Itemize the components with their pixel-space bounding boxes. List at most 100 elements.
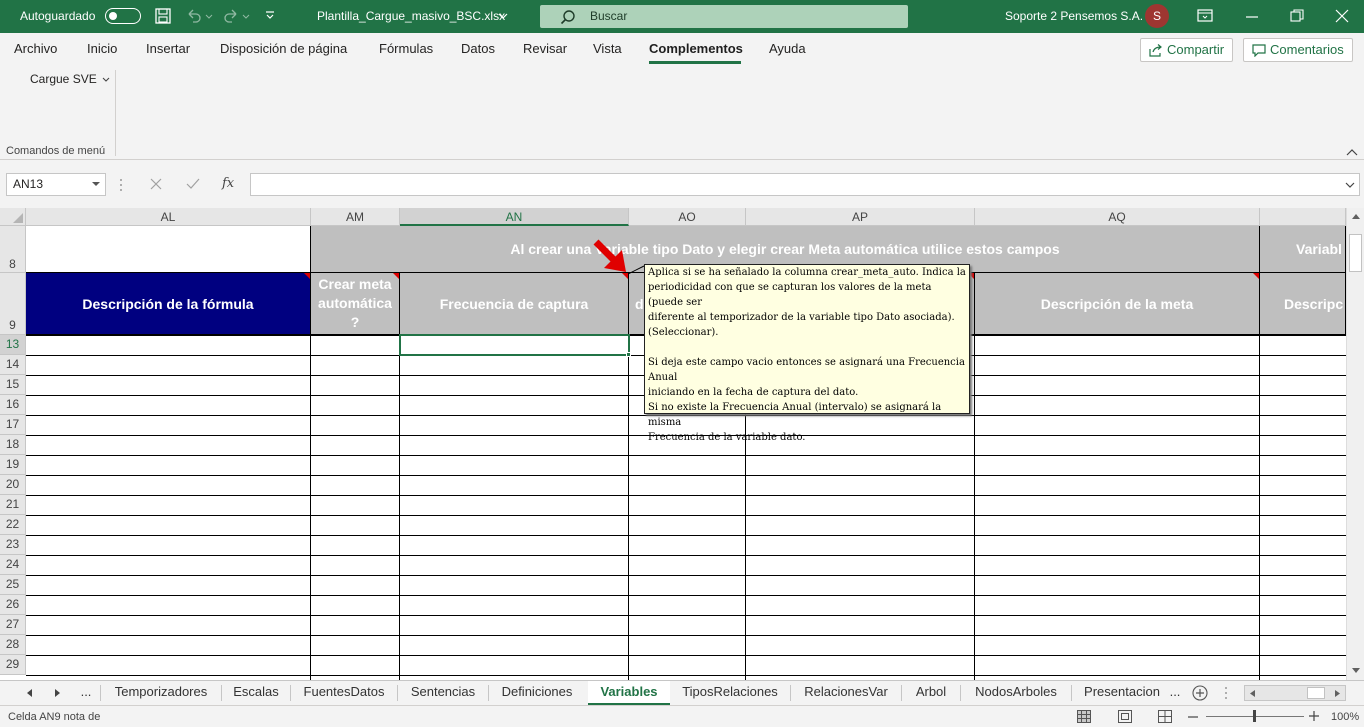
add-sheet-icon[interactable] [1192, 685, 1208, 701]
tab-complementos[interactable]: Complementos [649, 41, 743, 56]
scroll-right-icon[interactable] [1334, 689, 1342, 698]
col-header-ap[interactable]: AP [746, 208, 975, 226]
tab-archivo[interactable]: Archivo [14, 41, 57, 56]
undo-icon[interactable] [185, 8, 213, 24]
col-header-al[interactable]: AL [26, 208, 311, 226]
ribbon-display-icon[interactable] [1197, 9, 1213, 23]
sheet-tab-definiciones[interactable]: Definiciones [489, 681, 585, 705]
row-header-8[interactable]: 8 [0, 226, 26, 273]
zoom-in-icon[interactable] [1309, 711, 1319, 721]
row-header-22[interactable]: 22 [0, 515, 26, 535]
row-header-17[interactable]: 17 [0, 415, 26, 435]
autosave-toggle[interactable] [105, 8, 141, 24]
row-header-29[interactable]: 29 [0, 655, 26, 675]
row-header-21[interactable]: 21 [0, 495, 26, 515]
share-button[interactable]: Compartir [1140, 38, 1234, 62]
row-header-23[interactable]: 23 [0, 535, 26, 555]
header-ar[interactable]: Descripc [1260, 273, 1346, 335]
comments-button[interactable]: Comentarios [1243, 38, 1353, 62]
sheet-tab-tiposrelaciones[interactable]: TiposRelaciones [671, 681, 789, 705]
col-header-ao[interactable]: AO [629, 208, 746, 226]
scroll-up-icon[interactable] [1351, 212, 1361, 220]
confirm-entry-icon[interactable] [186, 178, 200, 190]
vertical-scrollbar[interactable] [1346, 208, 1364, 680]
tab-revisar[interactable]: Revisar [523, 41, 567, 56]
header-frecuencia-captura[interactable]: Frecuencia de captura [400, 273, 629, 335]
sheet-tab-nodosarboles[interactable]: NodosArboles [961, 681, 1071, 705]
drag-handle-icon[interactable] [119, 178, 123, 192]
name-box[interactable]: AN13 [6, 173, 106, 196]
sheet-tab-arbol[interactable]: Arbol [902, 681, 960, 705]
select-all-corner[interactable] [0, 208, 26, 226]
sheet-tab-fuentesdatos[interactable]: FuentesDatos [291, 681, 397, 705]
tab-inicio[interactable]: Inicio [87, 41, 117, 56]
header-crear-meta[interactable]: Crear meta automática ? [311, 273, 400, 335]
minimize-icon[interactable] [1245, 10, 1259, 24]
insert-function-icon[interactable]: fx [222, 176, 234, 191]
search-box[interactable]: Buscar [540, 5, 908, 28]
page-break-view-icon[interactable] [1158, 710, 1172, 723]
page-layout-view-icon[interactable] [1118, 710, 1132, 723]
cell-al8[interactable] [26, 226, 311, 273]
prev-sheet-icon[interactable] [25, 688, 33, 698]
sheet-tab-temporizadores[interactable]: Temporizadores [102, 681, 220, 705]
scroll-down-icon[interactable] [1351, 667, 1361, 675]
sheet-tab-relacionesvar[interactable]: RelacionesVar [791, 681, 901, 705]
row-header-20[interactable]: 20 [0, 475, 26, 495]
close-icon[interactable] [1335, 9, 1349, 23]
sheet-tab-sentencias[interactable]: Sentencias [398, 681, 488, 705]
row-header-28[interactable]: 28 [0, 635, 26, 655]
row-header-19[interactable]: 19 [0, 455, 26, 475]
zoom-level[interactable]: 100% [1331, 711, 1359, 723]
col-header-an[interactable]: AN [400, 208, 629, 226]
tab-formulas[interactable]: Fórmulas [379, 41, 433, 56]
tab-insertar[interactable]: Insertar [146, 41, 190, 56]
sheet-tab-variables[interactable]: Variables [588, 681, 670, 705]
header-descripcion-formula[interactable]: Descripción de la fórmula [26, 273, 311, 335]
customize-qat-icon[interactable] [264, 9, 276, 21]
comment-marker-am9[interactable] [393, 273, 399, 279]
row-header-9[interactable]: 9 [0, 273, 26, 335]
tabs-ellipsis-right[interactable]: ... [1166, 681, 1184, 705]
comment-marker-al9[interactable] [304, 273, 310, 279]
restore-icon[interactable] [1290, 9, 1304, 23]
tab-disposicion[interactable]: Disposición de página [220, 41, 347, 56]
header-descripcion-meta[interactable]: Descripción de la meta [975, 273, 1260, 335]
hscroll-thumb[interactable] [1307, 687, 1325, 699]
active-cell-an13[interactable] [399, 334, 630, 356]
row-header-27[interactable]: 27 [0, 615, 26, 635]
cargue-sve-button[interactable]: Cargue SVE [30, 72, 110, 86]
redo-icon[interactable] [222, 8, 250, 24]
row-header-25[interactable]: 25 [0, 575, 26, 595]
formula-input[interactable] [250, 173, 1360, 196]
row-header-24[interactable]: 24 [0, 555, 26, 575]
scroll-thumb[interactable] [1349, 234, 1362, 272]
col-header-am[interactable]: AM [311, 208, 400, 226]
tabs-ellipsis-left[interactable]: ... [77, 681, 95, 705]
row-header-26[interactable]: 26 [0, 595, 26, 615]
row-header-13[interactable]: 13 [0, 335, 26, 355]
zoom-slider-thumb[interactable] [1253, 710, 1256, 722]
col-header-ar[interactable] [1260, 208, 1346, 226]
collapse-ribbon-icon[interactable] [1346, 148, 1358, 156]
row-header-14[interactable]: 14 [0, 355, 26, 375]
save-icon[interactable] [155, 8, 171, 24]
tab-vista[interactable]: Vista [593, 41, 622, 56]
scroll-left-icon[interactable] [1248, 689, 1256, 698]
expand-formula-icon[interactable] [1345, 182, 1355, 188]
cancel-entry-icon[interactable] [150, 178, 162, 190]
row-header-16[interactable]: 16 [0, 395, 26, 415]
horizontal-scrollbar[interactable] [1244, 685, 1346, 701]
avatar[interactable]: S [1145, 4, 1169, 28]
row-header-15[interactable]: 15 [0, 375, 26, 395]
account-name[interactable]: Soporte 2 Pensemos S.A. [1005, 9, 1143, 23]
col-header-aq[interactable]: AQ [975, 208, 1260, 226]
row8-next-banner[interactable]: Variabl [1260, 226, 1346, 273]
fill-handle[interactable] [626, 352, 631, 357]
sheet-tab-escalas[interactable]: Escalas [222, 681, 290, 705]
normal-view-icon[interactable] [1077, 710, 1091, 723]
row-header-18[interactable]: 18 [0, 435, 26, 455]
file-name[interactable]: Plantilla_Cargue_masivo_BSC.xlsx [317, 9, 505, 23]
zoom-out-icon[interactable] [1188, 716, 1198, 718]
next-sheet-icon[interactable] [54, 688, 62, 698]
